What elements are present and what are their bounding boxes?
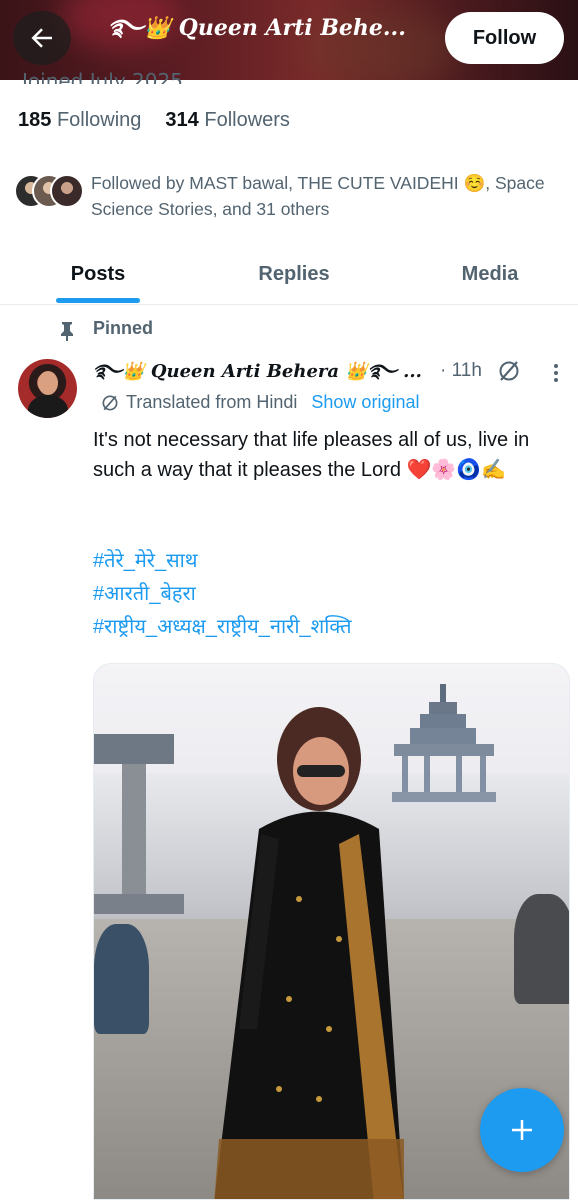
joined-date: Joined July 2025	[22, 69, 183, 84]
compose-post-button[interactable]	[480, 1088, 564, 1172]
translated-label: Translated from Hindi	[126, 392, 298, 412]
profile-tabs: Posts Replies Media	[0, 244, 578, 305]
tweet-timestamp[interactable]: · 11h	[440, 360, 482, 382]
image-person	[94, 924, 149, 1034]
tab-replies[interactable]: Replies	[230, 244, 358, 304]
follow-stats: 185 Following 314 Followers	[18, 109, 290, 132]
avatar	[50, 174, 84, 208]
mutual-followers-avatars[interactable]	[14, 174, 86, 212]
avatar-body	[28, 395, 68, 418]
image-shrine	[94, 734, 184, 914]
tweet-author-name[interactable]: ࿐👑 Queen Arti Behera 👑࿐ ...	[93, 357, 423, 387]
back-button[interactable]	[13, 11, 71, 65]
translation-row: Translated from Hindi Show original	[100, 392, 419, 413]
hashtag-list: #तेरे_मेरे_साथ #आरती_बेहरा #राष्ट्रीय_अध…	[93, 545, 352, 644]
hashtag-link[interactable]: #तेरे_मेरे_साथ	[93, 545, 352, 578]
show-original-link[interactable]: Show original	[311, 392, 419, 413]
tab-posts[interactable]: Posts	[40, 244, 156, 304]
followers-label: Followers	[204, 109, 290, 131]
followers-link[interactable]: 314 Followers	[165, 109, 290, 132]
plus-icon	[512, 1120, 532, 1140]
avatar-face	[38, 371, 58, 395]
arrow-left-icon	[31, 28, 52, 48]
tweet-text: It's not necessary that life pleases all…	[93, 429, 530, 481]
pin-icon	[61, 322, 73, 341]
grok-icon[interactable]	[497, 359, 521, 383]
follow-button[interactable]: Follow	[445, 12, 564, 64]
followers-count: 314	[165, 109, 199, 131]
hashtag-link[interactable]: #राष्ट्रीय_अध्यक्ष_राष्ट्रीय_नारी_शक्ति	[93, 611, 352, 644]
translate-icon	[102, 395, 118, 410]
header-title: ࿐👑 Queen Arti Behe...	[108, 15, 406, 41]
tweet-author-avatar[interactable]	[18, 359, 77, 418]
image-woman-saree	[214, 707, 404, 1199]
following-label: Following	[56, 109, 142, 131]
following-count: 185	[18, 109, 52, 131]
more-vertical-icon[interactable]	[548, 361, 564, 385]
following-link[interactable]: 185 Following	[18, 109, 141, 132]
pinned-label: Pinned	[93, 318, 154, 338]
active-tab-indicator	[56, 298, 140, 303]
tab-media[interactable]: Media	[430, 244, 550, 304]
image-person	[514, 894, 569, 1004]
followed-by-text[interactable]: Followed by MAST bawal, THE CUTE VAIDEHI…	[91, 170, 561, 222]
hashtag-link[interactable]: #आरती_बेहरा	[93, 578, 352, 611]
